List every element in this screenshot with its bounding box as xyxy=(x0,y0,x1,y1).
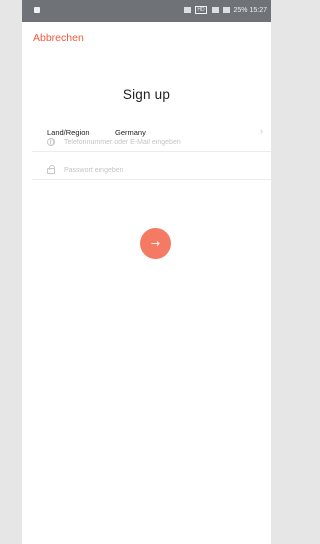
status-text: 25% 15:27 xyxy=(233,7,267,14)
phone-email-field xyxy=(32,130,271,152)
lock-icon xyxy=(47,165,55,174)
password-input[interactable] xyxy=(64,163,264,177)
wifi-icon xyxy=(211,7,219,14)
arrow-right-icon: → xyxy=(150,237,161,250)
hd-icon: HD xyxy=(195,6,207,15)
signal-icon xyxy=(222,7,230,14)
submit-button[interactable]: → xyxy=(140,228,171,259)
cancel-button[interactable]: Abbrechen xyxy=(33,32,84,44)
status-bar: HD 25% 15:27 xyxy=(22,0,271,22)
status-bar-right: HD 25% 15:27 xyxy=(184,0,267,22)
globe-icon xyxy=(47,138,55,146)
password-field xyxy=(32,158,271,180)
page-title: Sign up xyxy=(122,87,171,102)
notification-icon xyxy=(34,7,40,13)
phone-email-input[interactable] xyxy=(64,135,264,149)
vibrate-icon xyxy=(184,7,192,14)
app-screen: HD 25% 15:27 Abbrechen Sign up Land/Regi… xyxy=(22,0,271,544)
